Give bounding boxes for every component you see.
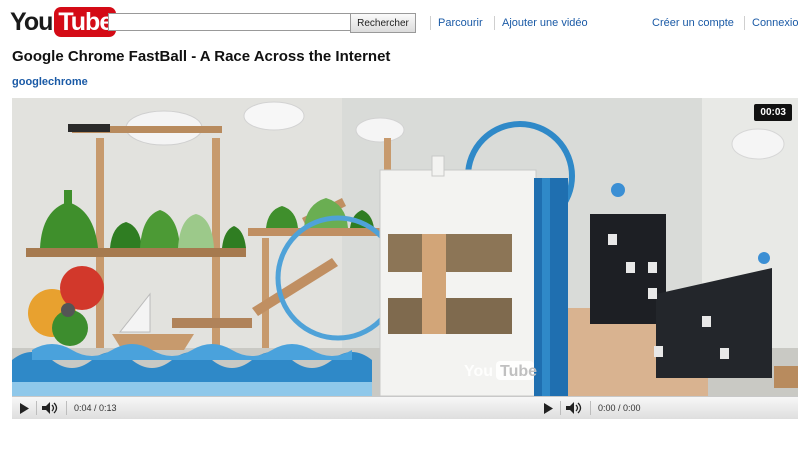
play-button[interactable] — [540, 400, 556, 416]
nav-link-parcourir[interactable]: Parcourir — [438, 17, 483, 29]
youtube-logo[interactable]: You Tube — [10, 7, 117, 37]
nav-link-upload[interactable]: Ajouter une vidéo — [502, 17, 588, 29]
video-player[interactable]: You Tube 00:03 — [12, 98, 798, 396]
control-divider — [560, 401, 561, 415]
watermark-you: You — [464, 363, 493, 380]
volume-button[interactable] — [564, 400, 586, 416]
time-display: 0:04 / 0:13 — [74, 403, 117, 413]
control-divider — [66, 401, 67, 415]
control-divider — [590, 401, 591, 415]
time-display: 0:00 / 0:00 — [598, 403, 641, 413]
play-icon — [20, 402, 29, 414]
play-button[interactable] — [16, 400, 32, 416]
nav-divider — [494, 16, 495, 30]
player-controls-right: 0:00 / 0:00 — [536, 396, 798, 419]
video-timer: 00:03 — [754, 104, 792, 121]
logo-tube: Tube — [54, 7, 117, 37]
search-input[interactable] — [108, 13, 350, 31]
nav-divider — [744, 16, 745, 30]
search-button[interactable]: Rechercher — [350, 13, 416, 33]
video-frame: You Tube — [12, 98, 798, 396]
play-icon — [544, 402, 553, 414]
nav-link-create-account[interactable]: Créer un compte — [652, 17, 734, 29]
player-controls-left: 0:04 / 0:13 — [12, 396, 536, 419]
nav-divider — [430, 16, 431, 30]
nav-link-login[interactable]: Connexion — [752, 17, 798, 29]
volume-icon — [566, 402, 582, 414]
control-divider — [36, 401, 37, 415]
watermark-tube: Tube — [500, 363, 537, 380]
channel-link[interactable]: googlechrome — [12, 76, 88, 88]
volume-icon — [42, 402, 58, 414]
logo-you: You — [10, 7, 53, 36]
video-title: Google Chrome FastBall - A Race Across t… — [12, 48, 391, 65]
volume-button[interactable] — [40, 400, 62, 416]
